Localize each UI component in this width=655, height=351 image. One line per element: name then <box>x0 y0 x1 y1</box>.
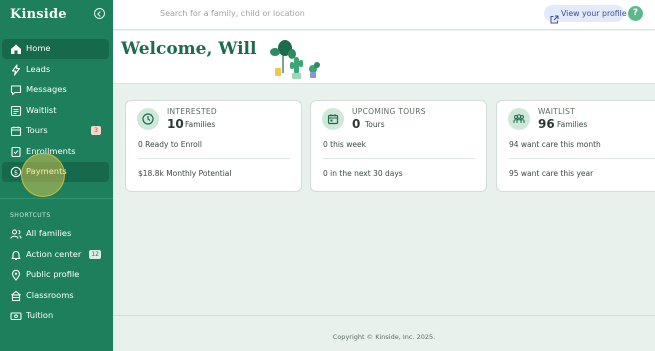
sidebar-divider <box>0 198 113 199</box>
sidebar-item-label: Public profile <box>26 269 80 279</box>
card-unit: Families <box>557 120 588 129</box>
shortcut-public-profile[interactable]: Public profile <box>2 265 109 285</box>
card-divider <box>323 158 475 159</box>
waitlist-card[interactable]: WAITLIST 96 Families 94 want care this m… <box>496 100 655 192</box>
sidebar-item-label: Leads <box>26 64 51 74</box>
shortcut-all-families[interactable]: All families <box>2 224 109 244</box>
shortcut-classrooms[interactable]: Classrooms <box>2 286 109 306</box>
view-profile-button[interactable]: View your profile <box>544 5 627 23</box>
location-pin-icon <box>10 269 22 281</box>
sidebar-item-label: Tuition <box>26 310 54 320</box>
card-unit: Tours <box>365 120 385 129</box>
group-icon <box>508 108 530 130</box>
enroll-icon <box>10 146 22 158</box>
building-icon <box>10 290 22 302</box>
home-icon <box>10 43 22 55</box>
card-title: UPCOMING TOURS <box>352 107 426 116</box>
sidebar-item-label: Tours <box>26 125 48 135</box>
collapse-sidebar-icon[interactable] <box>94 8 105 19</box>
bell-icon <box>10 249 22 261</box>
card-count: 10 <box>167 117 184 131</box>
card-line-primary: 0 this week <box>323 140 366 149</box>
card-line-secondary: 95 want care this year <box>509 169 594 178</box>
list-icon <box>10 105 22 117</box>
brand-logo[interactable]: Kinside <box>10 7 67 22</box>
sidebar-item-label: All families <box>26 228 72 238</box>
card-line-primary: 94 want care this month <box>509 140 601 149</box>
sidebar-item-label: Classrooms <box>26 290 74 300</box>
card-divider <box>138 158 290 159</box>
tours-count-badge: 3 <box>91 126 101 135</box>
footer-divider <box>113 315 655 316</box>
sidebar-item-waitlist[interactable]: Waitlist <box>2 101 109 121</box>
sidebar-item-payments[interactable]: $ Payments <box>2 162 109 182</box>
sidebar-item-label: Waitlist <box>26 105 57 115</box>
card-line-secondary: 0 in the next 30 days <box>323 169 403 178</box>
help-icon[interactable]: ? <box>628 6 643 21</box>
chat-icon <box>10 84 22 96</box>
calendar-icon <box>10 125 22 137</box>
sidebar-item-label: Messages <box>26 84 67 94</box>
card-unit: Families <box>185 120 216 129</box>
sidebar-item-home[interactable]: Home <box>2 39 109 59</box>
sidebar-item-leads[interactable]: Leads <box>2 60 109 80</box>
sidebar-item-label: Payments <box>26 166 67 176</box>
card-divider <box>509 158 655 159</box>
dollar-icon: $ <box>10 166 22 178</box>
upcoming-tours-card[interactable]: UPCOMING TOURS 0 Tours 0 this week 0 in … <box>310 100 487 192</box>
bolt-icon <box>10 64 22 76</box>
sidebar-item-label: Enrollments <box>26 146 76 156</box>
people-icon <box>10 228 22 240</box>
card-line-primary: 0 Ready to Enroll <box>138 140 202 149</box>
view-profile-label: View your profile <box>561 9 627 18</box>
action-center-badge: 12 <box>89 250 101 259</box>
svg-text:$: $ <box>14 168 18 176</box>
card-count: 96 <box>538 117 555 131</box>
shortcut-tuition[interactable]: Tuition <box>2 306 109 326</box>
shortcuts-heading: SHORTCUTS <box>10 212 51 219</box>
plants-illustration <box>263 37 323 85</box>
sidebar-item-label: Action center <box>26 249 82 259</box>
clock-icon <box>137 108 159 130</box>
page-title: Welcome, Will <box>121 39 257 59</box>
top-bar: Search for a family, child or location V… <box>113 0 655 30</box>
external-link-icon <box>550 9 559 23</box>
sidebar-item-tours[interactable]: Tours 3 <box>2 121 109 141</box>
card-count: 0 <box>352 117 361 131</box>
card-title: WAITLIST <box>538 107 576 116</box>
calendar-icon <box>322 108 344 130</box>
shortcut-action-center[interactable]: Action center 12 <box>2 245 109 265</box>
footer-copyright: Copyright © Kinside, Inc. 2025. <box>332 333 436 341</box>
sidebar-item-messages[interactable]: Messages <box>2 80 109 100</box>
interested-card[interactable]: INTERESTED 10 Families 0 Ready to Enroll… <box>125 100 302 192</box>
sidebar: Kinside Home Leads Messages Waitlist Tou… <box>0 0 113 351</box>
sidebar-item-label: Home <box>26 43 51 53</box>
welcome-banner: Welcome, Will <box>113 31 655 84</box>
search-input[interactable]: Search for a family, child or location <box>160 9 305 18</box>
card-line-secondary: $18.8k Monthly Potential <box>138 169 232 178</box>
sidebar-item-enrollments[interactable]: Enrollments <box>2 142 109 162</box>
card-title: INTERESTED <box>167 107 217 116</box>
money-icon <box>10 310 22 322</box>
